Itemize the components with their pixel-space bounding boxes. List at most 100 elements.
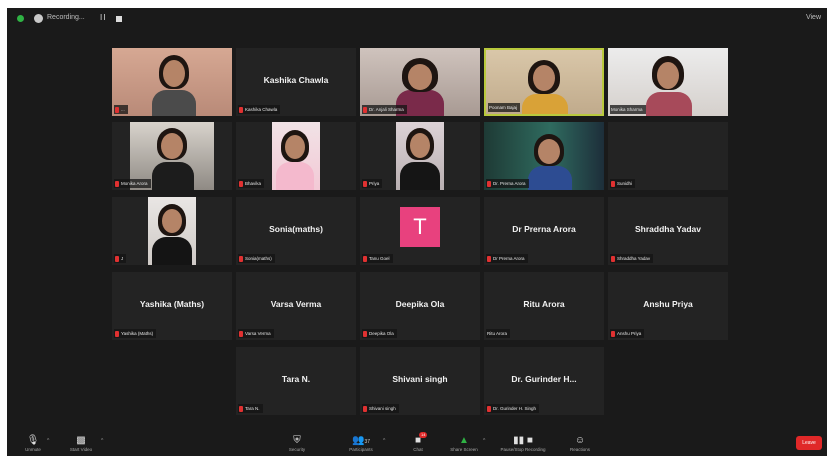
- pause-stop-recording-button[interactable]: ▮▮ ■ Pause/Stop Recording: [495, 432, 551, 456]
- participant-tile[interactable]: Dr. Gurinder H... Dr. Gurinder H. Singh: [484, 347, 604, 415]
- muted-mic-icon: [239, 255, 243, 262]
- participant-name-label: Dr. Gurinder H. Singh: [486, 404, 540, 413]
- zoom-meeting-window: Recording... II View ... Kashika Chawla …: [7, 8, 827, 456]
- person-face: [533, 65, 555, 91]
- reactions-button[interactable]: ☺ Reactions: [567, 432, 593, 456]
- participant-tile[interactable]: Monika Sharma: [608, 48, 728, 116]
- participant-tile[interactable]: Monika Arora: [112, 122, 232, 190]
- participant-tile[interactable]: Varsa Verma Varsa Verma: [236, 272, 356, 340]
- participant-name-label: Poonam Bajaj: [488, 103, 521, 112]
- person-face: [538, 139, 560, 164]
- participant-tile-active-speaker[interactable]: Poonam Bajaj: [484, 48, 604, 116]
- participant-name-label: Sonia(maths): [238, 254, 275, 263]
- security-button[interactable]: ⛨ Security: [285, 432, 309, 456]
- person-face: [163, 60, 185, 87]
- muted-mic-icon: [239, 180, 243, 187]
- recording-indicator-icon: [34, 14, 43, 23]
- muted-mic-icon: [239, 405, 243, 412]
- muted-mic-icon: [115, 106, 119, 113]
- leave-meeting-button[interactable]: Leave: [796, 436, 822, 450]
- share-options-chevron-icon[interactable]: ^: [483, 438, 485, 444]
- participant-name-label: Monika Arora: [114, 179, 151, 188]
- participant-name-label: Shraddha Yadav: [610, 254, 654, 263]
- muted-mic-icon: [487, 255, 491, 262]
- muted-mic-icon: [363, 180, 367, 187]
- participant-display-name: Yashika (Maths): [139, 299, 205, 309]
- stop-recording-icon[interactable]: [116, 16, 122, 22]
- participant-name-label: Yashika (Maths): [114, 329, 157, 338]
- participant-name-label: Deepika Ola: [362, 329, 397, 338]
- audio-options-chevron-icon[interactable]: ^: [47, 438, 49, 444]
- share-screen-icon: ▲: [459, 435, 469, 446]
- muted-mic-icon: [363, 405, 367, 412]
- person-silhouette: [646, 92, 692, 116]
- participant-display-name: Ritu Arora: [523, 299, 565, 309]
- muted-mic-icon: [611, 255, 615, 262]
- participants-count: 37: [364, 439, 370, 445]
- participant-name-label: Tanu Goel: [362, 254, 393, 263]
- recording-status-text: Recording...: [47, 14, 85, 21]
- participant-name-label: Monika Sharma: [610, 105, 646, 114]
- muted-mic-icon: [363, 106, 367, 113]
- participant-display-name: Tara N.: [281, 374, 311, 384]
- participant-tile[interactable]: Shivani singh Shivani singh: [360, 347, 480, 415]
- avatar: T: [400, 207, 440, 247]
- participant-display-name: Sonia(maths): [269, 224, 323, 234]
- person-face: [408, 64, 432, 90]
- participant-display-name: Varsa Verma: [270, 299, 322, 309]
- muted-mic-icon: [115, 330, 119, 337]
- participant-tile[interactable]: Yashika (Maths) Yashika (Maths): [112, 272, 232, 340]
- participants-button[interactable]: 👥37 Participants: [341, 432, 381, 456]
- participant-tile[interactable]: Sonia(maths) Sonia(maths): [236, 197, 356, 265]
- chat-button[interactable]: ■ 14 Chat: [405, 432, 431, 456]
- start-video-label: Start Video: [69, 447, 93, 452]
- person-silhouette: [522, 94, 568, 114]
- security-shield-icon[interactable]: [17, 15, 24, 22]
- view-button[interactable]: View: [806, 14, 821, 21]
- participant-tile[interactable]: Anshu Priya Anshu Priya: [608, 272, 728, 340]
- participant-tile[interactable]: Tara N. Tara N.: [236, 347, 356, 415]
- participant-tile[interactable]: Dr. Anjali Sharma: [360, 48, 480, 116]
- participant-display-name: Shivani singh: [392, 374, 448, 384]
- muted-mic-icon: [611, 180, 615, 187]
- chat-bubble-icon: ■: [414, 435, 422, 446]
- top-bar: Recording... II View: [7, 8, 827, 30]
- participant-name-label: Shivani singh: [362, 404, 399, 413]
- muted-mic-icon: [115, 255, 119, 262]
- participant-tile[interactable]: Bhavika: [236, 122, 356, 190]
- participant-tile[interactable]: Priya: [360, 122, 480, 190]
- participant-display-name: Kashika Chawla: [263, 75, 329, 85]
- participant-tile[interactable]: Dr Prerna Arora Dr Prerna Arora: [484, 197, 604, 265]
- muted-mic-icon: [487, 405, 491, 412]
- person-silhouette: [528, 166, 572, 190]
- participant-name-label: Kashika Chawla: [238, 105, 281, 114]
- participant-display-name: Anshu Priya: [643, 299, 693, 309]
- muted-mic-icon: [363, 255, 367, 262]
- participant-tile[interactable]: Kashika Chawla Kashika Chawla: [236, 48, 356, 116]
- share-screen-label: Share Screen: [450, 447, 478, 452]
- pause-recording-icon[interactable]: II: [100, 13, 106, 22]
- share-screen-button[interactable]: ▲ Share Screen: [447, 432, 481, 456]
- participant-tile[interactable]: Ritu Arora Ritu Arora: [484, 272, 604, 340]
- participants-options-chevron-icon[interactable]: ^: [383, 438, 385, 444]
- meeting-controls-toolbar: 🎙 Unmute ^ ▩ Start Video ^ ⛨ Security 👥3…: [7, 432, 827, 456]
- person-face: [657, 62, 679, 89]
- participant-name-label: Dr. Prerna Arora: [486, 179, 529, 188]
- participant-tile[interactable]: J: [112, 197, 232, 265]
- smiley-plus-icon: ☺: [574, 435, 586, 446]
- person-silhouette: [276, 162, 314, 190]
- start-video-button[interactable]: ▩ Start Video: [63, 432, 99, 456]
- participant-tile[interactable]: T Tanu Goel: [360, 197, 480, 265]
- participant-name-label: Bhavika: [238, 179, 265, 188]
- participant-display-name: Dr Prerna Arora: [512, 224, 576, 234]
- participant-tile[interactable]: Dr. Prerna Arora: [484, 122, 604, 190]
- participant-tile[interactable]: ...: [112, 48, 232, 116]
- pause-stop-icon: ▮▮ ■: [513, 435, 533, 446]
- video-options-chevron-icon[interactable]: ^: [101, 438, 103, 444]
- participant-name-label: Anshu Priya: [610, 329, 645, 338]
- unmute-button[interactable]: 🎙 Unmute: [21, 432, 45, 456]
- participant-tile[interactable]: Shraddha Yadav Shraddha Yadav: [608, 197, 728, 265]
- participant-display-name: Shraddha Yadav: [635, 224, 701, 234]
- participant-tile[interactable]: Sunidhi: [608, 122, 728, 190]
- participant-tile[interactable]: Deepika Ola Deepika Ola: [360, 272, 480, 340]
